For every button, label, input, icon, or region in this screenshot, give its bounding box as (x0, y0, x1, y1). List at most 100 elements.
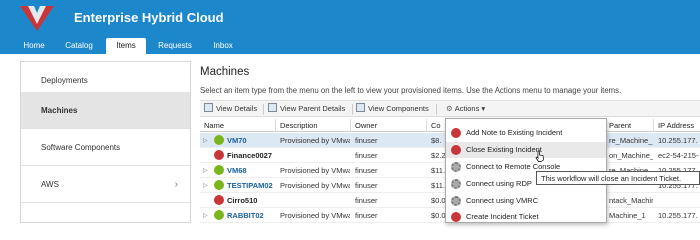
details-icon (204, 103, 213, 112)
machine-name[interactable]: Finance0027 (227, 151, 272, 160)
sidebar-item-label: Software Components (41, 143, 121, 152)
sidebar-item-aws[interactable]: AWS › (21, 166, 190, 203)
menu-item-label: Connect to Remote Console (466, 162, 561, 171)
gear-icon: ⚙ (446, 104, 453, 113)
sidebar: Deployments Machines Software Components… (20, 61, 191, 223)
actions-button[interactable]: ⚙ Actions ▾ (446, 103, 485, 115)
menu-item-close-incident[interactable]: Close Existing Incident (446, 142, 606, 158)
column-divider (653, 119, 654, 132)
machine-cost: $0.0 (431, 211, 446, 220)
sidebar-item-label: AWS (41, 180, 59, 189)
machine-cost: $11. (431, 166, 446, 175)
tab-items[interactable]: Items (106, 38, 146, 54)
view-components-button[interactable]: View Components (356, 103, 429, 115)
caret-down-icon: ▾ (481, 104, 486, 113)
sidebar-item-label: Deployments (41, 76, 88, 85)
column-header-name[interactable]: Name (204, 121, 224, 130)
machine-cost: $0.0 (431, 196, 446, 205)
machine-cost: $2.2 (431, 151, 446, 160)
machine-owner: finuser (355, 181, 378, 190)
expand-icon[interactable]: ▷ (203, 212, 208, 219)
menu-item-label: Create Incident Ticket (466, 212, 539, 221)
column-header-ip[interactable]: IP Address (658, 121, 694, 130)
menu-item-label: Close Existing Incident (466, 145, 542, 154)
column-header-cost[interactable]: Co (431, 121, 441, 130)
toolbar-divider (436, 104, 437, 115)
machine-parent: ntack_Machine_ (609, 196, 653, 205)
machine-owner: finuser (355, 166, 378, 175)
sidebar-item-label: Machines (41, 106, 78, 115)
vmware-logo-icon (20, 6, 54, 31)
gear-icon (451, 196, 461, 206)
incident-icon (451, 212, 461, 222)
status-on-icon (214, 165, 224, 175)
gear-icon (451, 179, 461, 189)
machine-description: Provisioned by VMwa (280, 166, 350, 175)
column-header-owner[interactable]: Owner (355, 121, 377, 130)
machine-name[interactable]: RABBIT02 (227, 211, 264, 220)
app-title: Enterprise Hybrid Cloud (74, 10, 224, 25)
machine-owner: finuser (355, 136, 378, 145)
menu-item-vmrc[interactable]: Connect using VMRC (446, 193, 606, 209)
toolbar-divider (263, 104, 264, 115)
machine-cost: $11. (431, 181, 446, 190)
parent-details-icon (268, 103, 277, 112)
machine-ip: ec2-54-215- (658, 151, 699, 160)
gear-icon (451, 162, 461, 172)
status-on-icon (214, 135, 224, 145)
status-off-icon (214, 150, 224, 160)
machine-owner: finuser (355, 211, 378, 220)
machine-ip: 10.255.177. (658, 136, 698, 145)
status-off-icon (214, 195, 224, 205)
machine-name[interactable]: Cirro510 (227, 196, 257, 205)
app-header: Enterprise Hybrid Cloud (0, 0, 700, 36)
machine-parent: on_Machine_1 (609, 151, 653, 160)
toolbar-divider (352, 104, 353, 115)
tab-home[interactable]: Home (16, 38, 52, 54)
machine-ip: 10.255.177. (658, 211, 698, 220)
expand-icon[interactable]: ▷ (203, 167, 208, 174)
machine-description: Provisioned by VMwa (280, 136, 350, 145)
column-divider (275, 119, 276, 132)
column-header-description[interactable]: Description (280, 121, 318, 130)
tooltip: This workflow will close an Incident Tic… (536, 171, 700, 185)
menu-item-label: Connect using RDP (466, 179, 532, 188)
menu-item-label: Add Note to Existing Incident (466, 128, 563, 137)
menu-item-label: Connect using VMRC (466, 196, 539, 205)
view-parent-details-label: View Parent Details (280, 104, 346, 113)
page-hint: Select an item type from the menu on the… (200, 86, 622, 95)
menu-item-create-incident[interactable]: Create Incident Ticket (446, 209, 606, 225)
machine-name[interactable]: VM68 (227, 166, 247, 175)
machine-cost: $8. (431, 136, 442, 145)
machine-name[interactable]: TESTIPAM02 (227, 181, 273, 190)
column-divider (350, 119, 351, 132)
machine-owner: finuser (355, 151, 378, 160)
tab-catalog[interactable]: Catalog (56, 38, 102, 54)
expand-icon[interactable]: ▷ (203, 137, 208, 144)
tab-inbox[interactable]: Inbox (205, 38, 241, 54)
view-details-button[interactable]: View Details (204, 103, 257, 115)
machine-description: Provisioned by VMwa (280, 211, 350, 220)
view-parent-details-button[interactable]: View Parent Details (268, 103, 345, 115)
machine-parent: Machine_1 (609, 211, 646, 220)
chevron-right-icon: › (174, 179, 178, 190)
components-icon (356, 103, 365, 112)
sidebar-item-machines[interactable]: Machines (21, 92, 190, 129)
view-components-label: View Components (368, 104, 429, 113)
sidebar-item-software-components[interactable]: Software Components (21, 129, 190, 166)
incident-icon (451, 145, 461, 155)
machine-owner: finuser (355, 196, 378, 205)
page-title: Machines (200, 66, 250, 78)
tab-requests[interactable]: Requests (151, 38, 199, 54)
machine-parent: re_Machine_1 (609, 136, 653, 145)
column-divider (426, 119, 427, 132)
incident-icon (451, 128, 461, 138)
actions-label: Actions (454, 104, 480, 113)
machine-name[interactable]: VM70 (227, 136, 247, 145)
menu-item-add-note[interactable]: Add Note to Existing Incident (446, 125, 606, 141)
hand-cursor-icon (535, 150, 544, 162)
column-header-parent[interactable]: Parent (609, 121, 631, 130)
status-on-icon (214, 210, 224, 220)
view-details-label: View Details (216, 104, 258, 113)
expand-icon[interactable]: ▷ (203, 182, 208, 189)
